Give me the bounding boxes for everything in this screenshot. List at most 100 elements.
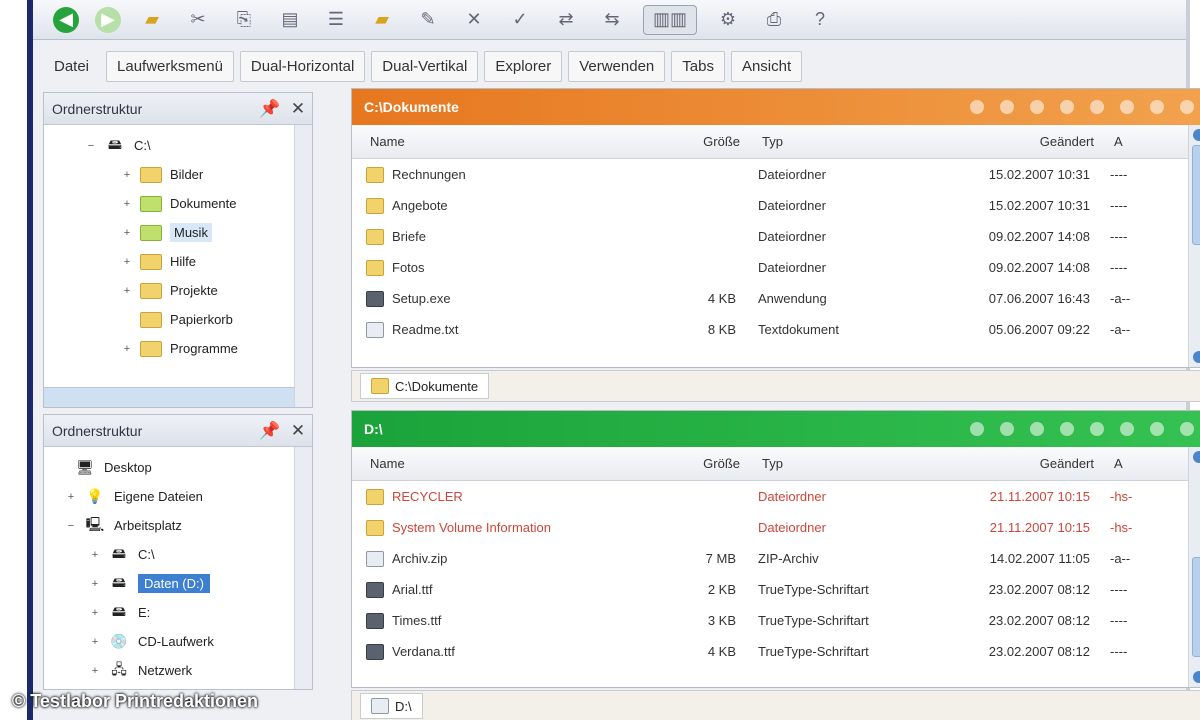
scroll-thumb[interactable] bbox=[1192, 557, 1200, 657]
column-name[interactable]: Name bbox=[370, 134, 670, 149]
tree-item-selected[interactable]: + 🖴 Daten (D:) bbox=[44, 569, 312, 598]
column-date[interactable]: Geändert bbox=[940, 456, 1100, 471]
pane-tab[interactable]: C:\Dokumente bbox=[360, 373, 490, 399]
tree-item-selected[interactable]: + Musik bbox=[44, 218, 312, 247]
tree-item[interactable]: + Bilder bbox=[44, 160, 312, 189]
menu-laufwerksmenu[interactable]: Laufwerksmenü bbox=[106, 50, 234, 82]
vertical-scrollbar[interactable] bbox=[294, 125, 312, 407]
file-row[interactable]: RECYCLER Dateiordner 21.11.2007 10:15 -h… bbox=[352, 481, 1200, 512]
tree-item[interactable]: − 🖳 Arbeitsplatz bbox=[44, 511, 312, 540]
expand-toggle[interactable]: + bbox=[120, 169, 134, 181]
scroll-thumb[interactable] bbox=[1192, 145, 1200, 245]
pane-button[interactable] bbox=[1090, 422, 1104, 436]
expand-toggle[interactable]: + bbox=[64, 491, 78, 503]
menu-dual-vertikal[interactable]: Dual-Vertikal bbox=[371, 50, 479, 82]
scroll-up-icon[interactable] bbox=[1193, 129, 1200, 141]
expand-toggle[interactable]: + bbox=[120, 285, 134, 297]
expand-toggle[interactable]: + bbox=[88, 578, 102, 590]
vertical-scrollbar[interactable] bbox=[1188, 125, 1200, 367]
cut-icon[interactable]: ✂ bbox=[183, 5, 213, 35]
scroll-down-icon[interactable] bbox=[1193, 671, 1200, 683]
expand-toggle[interactable]: − bbox=[84, 140, 98, 152]
file-row[interactable]: Arial.ttf 2 KB TrueType-Schriftart 23.02… bbox=[352, 574, 1200, 605]
expand-toggle[interactable]: + bbox=[120, 198, 134, 210]
file-row[interactable]: System Volume Information Dateiordner 21… bbox=[352, 512, 1200, 543]
close-icon[interactable]: ✕ bbox=[284, 421, 312, 441]
expand-toggle[interactable]: + bbox=[120, 227, 134, 239]
pane-tab[interactable]: D:\ bbox=[360, 693, 423, 719]
delete-icon[interactable]: ✕ bbox=[459, 5, 489, 35]
tree-item[interactable]: + Hilfe bbox=[44, 247, 312, 276]
scroll-up-icon[interactable] bbox=[1193, 451, 1200, 463]
column-attr[interactable]: A bbox=[1100, 134, 1160, 149]
tree-item[interactable]: + Dokumente bbox=[44, 189, 312, 218]
pane-button[interactable] bbox=[970, 100, 984, 114]
pane-button[interactable] bbox=[1090, 100, 1104, 114]
pane-button[interactable] bbox=[1030, 422, 1044, 436]
forward-icon[interactable]: ▶ bbox=[95, 6, 121, 33]
pane-button[interactable] bbox=[1180, 422, 1194, 436]
expand-toggle[interactable]: + bbox=[120, 256, 134, 268]
expand-toggle[interactable]: + bbox=[88, 607, 102, 619]
close-icon[interactable]: ✕ bbox=[284, 99, 312, 119]
pane-button[interactable] bbox=[1180, 100, 1194, 114]
tree-item[interactable]: + Projekte bbox=[44, 276, 312, 305]
expand-toggle[interactable]: + bbox=[88, 549, 102, 561]
help-icon[interactable]: ? bbox=[805, 5, 835, 35]
pane-button[interactable] bbox=[1000, 100, 1014, 114]
tree-item[interactable]: − 🖴 C:\ bbox=[44, 131, 312, 160]
column-size[interactable]: Größe bbox=[670, 456, 750, 471]
pane-button[interactable] bbox=[1030, 100, 1044, 114]
compare-icon[interactable]: ⇆ bbox=[597, 5, 627, 35]
pane-button[interactable] bbox=[1060, 100, 1074, 114]
pane-button[interactable] bbox=[1150, 100, 1164, 114]
file-row[interactable]: Rechnungen Dateiordner 15.02.2007 10:31 … bbox=[352, 159, 1200, 190]
scroll-down-icon[interactable] bbox=[1193, 351, 1200, 363]
file-row[interactable]: Angebote Dateiordner 15.02.2007 10:31 --… bbox=[352, 190, 1200, 221]
pane-button[interactable] bbox=[970, 422, 984, 436]
file-row[interactable]: Verdana.ttf 4 KB TrueType-Schriftart 23.… bbox=[352, 636, 1200, 667]
tree-item[interactable]: Papierkorb bbox=[44, 305, 312, 334]
tree-item[interactable]: + 🖴 C:\ bbox=[44, 540, 312, 569]
expand-toggle[interactable]: + bbox=[88, 636, 102, 648]
horizontal-scrollbar[interactable] bbox=[44, 387, 294, 407]
column-name[interactable]: Name bbox=[370, 456, 670, 471]
tree-item[interactable]: + 🖧 Netzwerk bbox=[44, 656, 312, 685]
column-date[interactable]: Geändert bbox=[940, 134, 1100, 149]
expand-toggle[interactable]: + bbox=[120, 343, 134, 355]
vertical-scrollbar[interactable] bbox=[294, 447, 312, 689]
file-row[interactable]: Briefe Dateiordner 09.02.2007 14:08 ---- bbox=[352, 221, 1200, 252]
menu-datei[interactable]: Datei bbox=[43, 51, 100, 82]
pane-button[interactable] bbox=[1120, 422, 1134, 436]
pane-button[interactable] bbox=[1000, 422, 1014, 436]
menu-tabs[interactable]: Tabs bbox=[671, 50, 725, 82]
pane-button[interactable] bbox=[1060, 422, 1074, 436]
pane-button[interactable] bbox=[1120, 100, 1134, 114]
tree-item[interactable]: + 💡 Eigene Dateien bbox=[44, 482, 312, 511]
tree-item[interactable]: + Programme bbox=[44, 334, 312, 363]
list-view-icon[interactable]: ☰ bbox=[321, 5, 351, 35]
expand-toggle[interactable]: − bbox=[64, 520, 78, 532]
expand-toggle[interactable]: + bbox=[88, 665, 102, 677]
copy-icon[interactable]: ⎘ bbox=[229, 5, 259, 35]
pane-button[interactable] bbox=[1150, 422, 1164, 436]
tree-item[interactable]: + 💿 CD-Laufwerk bbox=[44, 627, 312, 656]
column-size[interactable]: Größe bbox=[670, 134, 750, 149]
file-row[interactable]: Setup.exe 4 KB Anwendung 07.06.2007 16:4… bbox=[352, 283, 1200, 314]
column-type[interactable]: Typ bbox=[750, 456, 940, 471]
tree-item[interactable]: 🖥 Desktop bbox=[44, 453, 312, 482]
menu-explorer[interactable]: Explorer bbox=[484, 50, 563, 82]
folder-icon[interactable]: ▰ bbox=[137, 5, 167, 35]
back-icon[interactable]: ◀ bbox=[53, 6, 79, 33]
menu-ansicht[interactable]: Ansicht bbox=[730, 50, 803, 82]
properties-icon[interactable]: ✓ bbox=[505, 5, 535, 35]
pin-icon[interactable]: 📌 bbox=[256, 99, 284, 119]
tree-item[interactable]: + 🖴 E: bbox=[44, 598, 312, 627]
menu-verwenden[interactable]: Verwenden bbox=[568, 50, 666, 82]
settings-icon[interactable]: ⚙ bbox=[713, 5, 743, 35]
sync-icon[interactable]: ⇄ bbox=[551, 5, 581, 35]
file-row[interactable]: Times.ttf 3 KB TrueType-Schriftart 23.02… bbox=[352, 605, 1200, 636]
pin-icon[interactable]: 📌 bbox=[256, 421, 284, 441]
column-type[interactable]: Typ bbox=[750, 134, 940, 149]
file-row[interactable]: Fotos Dateiordner 09.02.2007 14:08 ---- bbox=[352, 252, 1200, 283]
